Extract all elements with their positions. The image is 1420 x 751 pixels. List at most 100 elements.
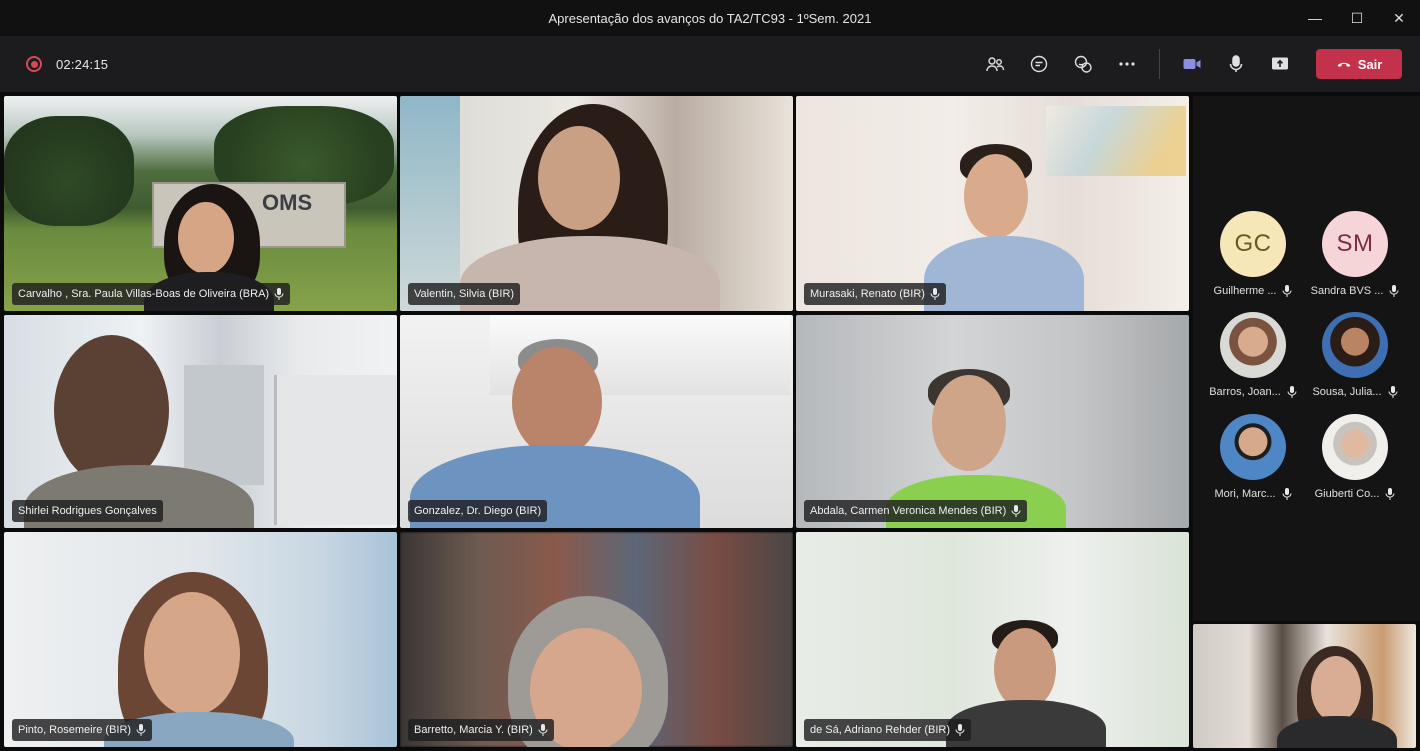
minimize-button[interactable]: — [1294, 0, 1336, 36]
camera-button[interactable] [1170, 44, 1214, 84]
video-tile[interactable]: OMS Carvalho , Sra. Paula Villas-Boas de… [4, 96, 397, 311]
face [964, 154, 1028, 238]
participant-label: Sandra BVS ... [1307, 285, 1403, 297]
chat-button[interactable] [1017, 44, 1061, 84]
participant-label: Sousa, Julia... [1307, 386, 1403, 398]
video-tile[interactable]: Murasaki, Renato (BIR) [796, 96, 1189, 311]
participant-name: Guilherme ... [1213, 285, 1277, 297]
face [144, 592, 240, 716]
participant-avatar-item[interactable]: Barros, Joan... [1205, 312, 1301, 398]
microphone-icon [538, 724, 548, 736]
microphone-button[interactable] [1214, 44, 1258, 84]
office-partition [184, 365, 264, 485]
participant-name-tag: Abdala, Carmen Veronica Mendes (BIR) [804, 500, 1028, 522]
participant-name: Shirlei Rodrigues Gonçalves [18, 505, 157, 517]
hang-up-icon [1337, 62, 1351, 68]
microphone-icon [1388, 386, 1398, 398]
face [932, 375, 1006, 471]
participant-avatar-item[interactable]: GC Guilherme ... [1205, 211, 1301, 297]
microphone-icon [136, 724, 146, 736]
face [178, 202, 234, 274]
participant-name: Sousa, Julia... [1312, 386, 1382, 398]
participant-avatar-item[interactable]: Sousa, Julia... [1307, 312, 1403, 398]
participant-name-tag: de Sá, Adriano Rehder (BIR) [804, 719, 972, 741]
reactions-button[interactable] [1061, 44, 1105, 84]
face [994, 628, 1056, 710]
participant-name: Mori, Marc... [1214, 488, 1276, 500]
microphone-icon [1282, 285, 1292, 297]
avatar: GC [1220, 211, 1286, 277]
self-view-video[interactable] [1193, 624, 1416, 748]
participant-name-tag: Pinto, Rosemeire (BIR) [12, 719, 153, 741]
participant-name: Murasaki, Renato (BIR) [810, 288, 925, 300]
share-screen-icon [1272, 57, 1288, 70]
participant-avatar-item[interactable]: Mori, Marc... [1205, 414, 1301, 500]
participant-name-tag: Barretto, Marcia Y. (BIR) [408, 719, 554, 741]
people-icon [986, 57, 1005, 72]
participant-label: Giuberti Co... [1307, 488, 1403, 500]
more-icon [1119, 62, 1135, 66]
participant-name-tag: Murasaki, Renato (BIR) [804, 283, 946, 305]
window-controls: — ☐ ✕ [1294, 0, 1420, 36]
maximize-button[interactable]: ☐ [1336, 0, 1378, 36]
meeting-controls: Sair [973, 36, 1402, 92]
participant-name-tag: Gonzalez, Dr. Diego (BIR) [408, 500, 548, 522]
meeting-toolbar: 02:24:15 Sair [0, 36, 1420, 92]
window-title-bar: Apresentação dos avanços do TA2/TC93 - 1… [0, 0, 1420, 36]
share-screen-button[interactable] [1258, 44, 1302, 84]
participant-name: Giuberti Co... [1314, 488, 1380, 500]
video-tile[interactable]: Barretto, Marcia Y. (BIR) [400, 532, 793, 747]
microphone-icon [1385, 488, 1395, 500]
tree [4, 116, 134, 226]
meeting-timer: 02:24:15 [56, 56, 109, 72]
microphone-icon [1287, 386, 1297, 398]
oms-sign-text: OMS [262, 190, 313, 215]
face [1311, 656, 1361, 722]
participant-sidebar: GC Guilherme ... SM Sandra BVS ... Barro… [1193, 96, 1420, 621]
participant-name: Barros, Joan... [1209, 386, 1281, 398]
leave-button[interactable]: Sair [1316, 49, 1402, 79]
video-tile[interactable]: de Sá, Adriano Rehder (BIR) [796, 532, 1189, 747]
face [512, 347, 602, 457]
video-tile[interactable]: Valentin, Silvia (BIR) [400, 96, 793, 311]
participant-name: Barretto, Marcia Y. (BIR) [414, 724, 533, 736]
video-tile[interactable]: Pinto, Rosemeire (BIR) [4, 532, 397, 747]
participant-name: Sandra BVS ... [1310, 285, 1384, 297]
window-title: Apresentação dos avanços do TA2/TC93 - 1… [548, 10, 872, 26]
participant-name-tag: Carvalho , Sra. Paula Villas-Boas de Oli… [12, 283, 291, 305]
avatar-photo [1322, 414, 1388, 480]
camera-icon [1183, 59, 1201, 69]
more-options-button[interactable] [1105, 44, 1149, 84]
participant-name: Carvalho , Sra. Paula Villas-Boas de Oli… [18, 288, 270, 300]
participant-name: Valentin, Silvia (BIR) [414, 288, 515, 300]
video-tile-active-speaker[interactable]: Shirlei Rodrigues Gonçalves [4, 315, 397, 528]
video-tile[interactable]: Abdala, Carmen Veronica Mendes (BIR) [796, 315, 1189, 528]
participant-name-tag: Valentin, Silvia (BIR) [408, 283, 521, 305]
microphone-icon [1389, 285, 1399, 297]
microphone-icon [274, 288, 284, 300]
avatar-photo [1220, 414, 1286, 480]
participant-label: Barros, Joan... [1205, 386, 1301, 398]
microphone-icon [1282, 488, 1292, 500]
participant-avatar-item[interactable]: Giuberti Co... [1307, 414, 1403, 500]
face [54, 335, 169, 485]
toolbar-divider [1159, 49, 1160, 79]
chat-icon [1030, 55, 1048, 73]
participant-name: Gonzalez, Dr. Diego (BIR) [414, 505, 542, 517]
torso [924, 236, 1084, 311]
leave-label: Sair [1357, 56, 1383, 72]
participants-button[interactable] [973, 44, 1017, 84]
participant-avatar-item[interactable]: SM Sandra BVS ... [1307, 211, 1403, 297]
office-partition [274, 375, 397, 525]
microphone-icon [930, 288, 940, 300]
face [538, 126, 620, 230]
participant-name: de Sá, Adriano Rehder (BIR) [810, 724, 951, 736]
video-tile[interactable]: Gonzalez, Dr. Diego (BIR) [400, 315, 793, 528]
participant-name: Abdala, Carmen Veronica Mendes (BIR) [810, 505, 1007, 517]
microphone-icon [1011, 505, 1021, 517]
reactions-icon [1074, 55, 1092, 73]
close-button[interactable]: ✕ [1378, 0, 1420, 36]
microphone-icon [955, 724, 965, 736]
avatar-photo [1322, 312, 1388, 378]
window [400, 96, 460, 311]
